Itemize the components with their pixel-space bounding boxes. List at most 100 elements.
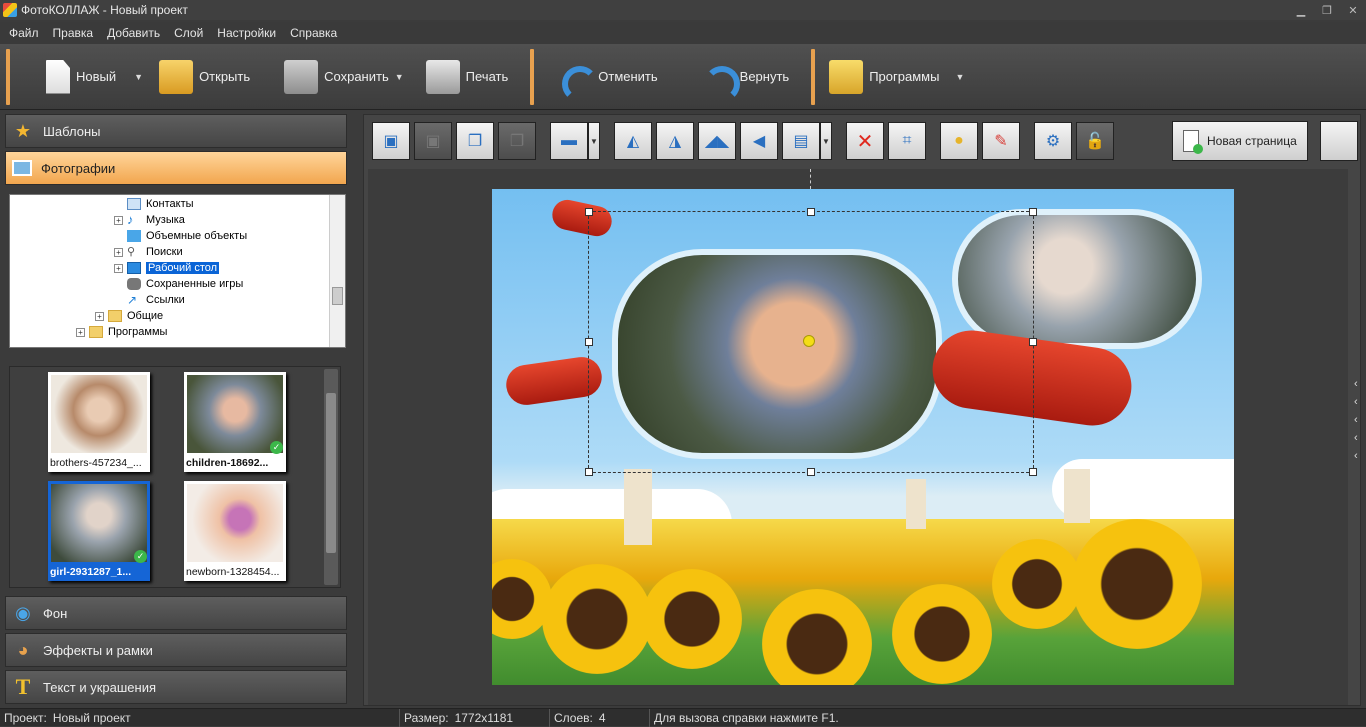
resize-handle[interactable]: [1029, 468, 1037, 476]
redo-arrow-icon: [700, 60, 734, 94]
expand-icon[interactable]: +: [114, 247, 123, 257]
align-dropdown-icon[interactable]: ▼: [588, 122, 600, 160]
saved-games-icon: [127, 278, 141, 290]
thumbnail-caption: newborn-1328454...: [186, 566, 280, 578]
search-icon: ⚲: [127, 246, 136, 258]
thumbnail-caption: girl-2931287_1...: [50, 566, 132, 578]
new-page-button[interactable]: Новая страница: [1172, 121, 1308, 161]
tree-item-music[interactable]: + ♪ Музыка: [114, 212, 185, 228]
canvas-area[interactable]: [368, 169, 1348, 705]
bring-forward-icon[interactable]: ❐: [456, 122, 494, 160]
tree-item-links[interactable]: ↗ Ссылки: [114, 292, 185, 308]
tree-item-desktop[interactable]: + Рабочий стол: [114, 260, 220, 276]
redo-button[interactable]: Вернуть: [692, 49, 798, 105]
photo-thumbnail[interactable]: newborn-1328454...: [184, 481, 286, 581]
properties-gear-icon[interactable]: ⚙: [1034, 122, 1072, 160]
folder-tree[interactable]: Контакты + ♪ Музыка Объемные объекты + ⚲…: [9, 194, 346, 348]
save-button[interactable]: Сохранить ▼: [276, 49, 412, 105]
flip-horizontal-icon[interactable]: ◢◣: [698, 122, 736, 160]
shadow-effect-icon[interactable]: ●: [940, 122, 978, 160]
thumbnail-image: [51, 484, 147, 562]
collage-page[interactable]: [492, 189, 1234, 685]
thumbnails-scrollbar[interactable]: [324, 369, 338, 585]
page-settings-icon[interactable]: [1320, 121, 1358, 161]
rotate-right-icon[interactable]: ◮: [656, 122, 694, 160]
bring-to-front-icon[interactable]: ▣: [372, 122, 410, 160]
tree-item-shared[interactable]: + Общие: [95, 308, 163, 324]
rotate-left-icon[interactable]: ◭: [614, 122, 652, 160]
tree-item-label: Рабочий стол: [146, 262, 220, 274]
open-button[interactable]: Открыть: [151, 49, 258, 105]
resize-handle[interactable]: [585, 338, 593, 346]
resize-handle[interactable]: [585, 208, 593, 216]
background-label: Фон: [43, 605, 68, 621]
photo-thumbnail[interactable]: ✓ children-18692...: [184, 372, 286, 472]
flip-vertical-icon[interactable]: ◀: [740, 122, 778, 160]
thumbnails-scroll-thumb[interactable]: [326, 393, 336, 553]
lock-icon[interactable]: 🔓: [1076, 122, 1114, 160]
expand-icon[interactable]: +: [114, 263, 123, 273]
tree-item-3d-objects[interactable]: Объемные объекты: [114, 228, 247, 244]
menu-edit[interactable]: Правка: [46, 26, 101, 40]
edit-photo-icon[interactable]: ✎: [982, 122, 1020, 160]
restore-button[interactable]: ❐: [1314, 0, 1340, 20]
new-dropdown-icon[interactable]: ▼: [134, 72, 143, 82]
align-icon[interactable]: ▬: [550, 122, 588, 160]
templates-header[interactable]: ★ Шаблоны: [5, 114, 347, 148]
resize-handle[interactable]: [807, 208, 815, 216]
tree-scroll-thumb[interactable]: [332, 287, 343, 305]
resize-handle[interactable]: [1029, 338, 1037, 346]
fit-dropdown-icon[interactable]: ▼: [820, 122, 832, 160]
tree-item-searches[interactable]: + ⚲ Поиски: [114, 244, 183, 260]
resize-handle[interactable]: [585, 468, 593, 476]
save-dropdown-icon[interactable]: ▼: [395, 72, 404, 82]
photos-header[interactable]: Фотографии: [5, 151, 347, 185]
send-to-back-icon[interactable]: ▣: [414, 122, 452, 160]
delete-icon[interactable]: ✕: [846, 122, 884, 160]
photo-thumbnail-selected[interactable]: ✓ girl-2931287_1...: [48, 481, 150, 581]
main-toolbar: Новый ▼ Открыть Сохранить ▼ Печать Отмен…: [0, 44, 1366, 110]
3d-objects-icon: [127, 230, 141, 242]
rotation-handle[interactable]: [803, 335, 815, 347]
resize-handle[interactable]: [1029, 208, 1037, 216]
expand-icon[interactable]: +: [114, 215, 123, 225]
print-button[interactable]: Печать: [418, 49, 517, 105]
links-icon: ↗: [127, 293, 138, 307]
text-label: Текст и украшения: [43, 679, 157, 695]
tree-item-saved-games[interactable]: Сохраненные игры: [114, 276, 243, 292]
programs-dropdown-icon[interactable]: ▼: [955, 72, 964, 82]
undo-button[interactable]: Отменить: [550, 49, 665, 105]
effects-header[interactable]: ◕ Эффекты и рамки: [5, 633, 347, 667]
tree-item-contacts[interactable]: Контакты: [114, 196, 194, 212]
menu-settings[interactable]: Настройки: [210, 26, 283, 40]
new-page-label: Новая страница: [1207, 134, 1297, 148]
background-header[interactable]: ◉ Фон: [5, 596, 347, 630]
photo-thumbnail[interactable]: brothers-457234_...: [48, 372, 150, 472]
new-button[interactable]: Новый ▼: [16, 49, 151, 105]
expand-icon[interactable]: +: [76, 327, 85, 337]
tree-scrollbar[interactable]: [329, 195, 345, 347]
text-header[interactable]: T Текст и украшения: [5, 670, 347, 704]
status-project-value: Новый проект: [52, 710, 131, 725]
menu-help[interactable]: Справка: [283, 26, 344, 40]
thumbnail-caption: brothers-457234_...: [50, 457, 142, 469]
expand-icon[interactable]: +: [95, 311, 104, 321]
menu-add[interactable]: Добавить: [100, 26, 167, 40]
programs-button[interactable]: Программы ▼: [821, 49, 972, 105]
thumbnail-image: [187, 484, 283, 562]
tree-item-programs[interactable]: + Программы: [76, 324, 167, 340]
send-backward-icon[interactable]: ❐: [498, 122, 536, 160]
collapse-arrows-icon[interactable]: ‹ ‹ ‹ ‹ ‹: [1354, 375, 1362, 465]
plus-badge-icon: [1193, 144, 1203, 154]
crop-icon[interactable]: ⌗: [888, 122, 926, 160]
menu-layer[interactable]: Слой: [167, 26, 210, 40]
menu-file[interactable]: Файл: [2, 26, 46, 40]
tree-item-label: Поиски: [146, 246, 183, 258]
app-logo-icon: [3, 3, 17, 17]
edit-toolbar: ▣ ▣ ❐ ❐ ▬ ▼ ◭ ◮ ◢◣ ◀ ▤ ▼ ✕ ⌗ ● ✎ ⚙ 🔓: [372, 121, 1118, 161]
fit-icon[interactable]: ▤: [782, 122, 820, 160]
window-title: ФотоКОЛЛАЖ - Новый проект: [21, 3, 188, 17]
minimize-button[interactable]: ▁: [1288, 0, 1314, 20]
close-button[interactable]: ✕: [1340, 0, 1366, 20]
resize-handle[interactable]: [807, 468, 815, 476]
